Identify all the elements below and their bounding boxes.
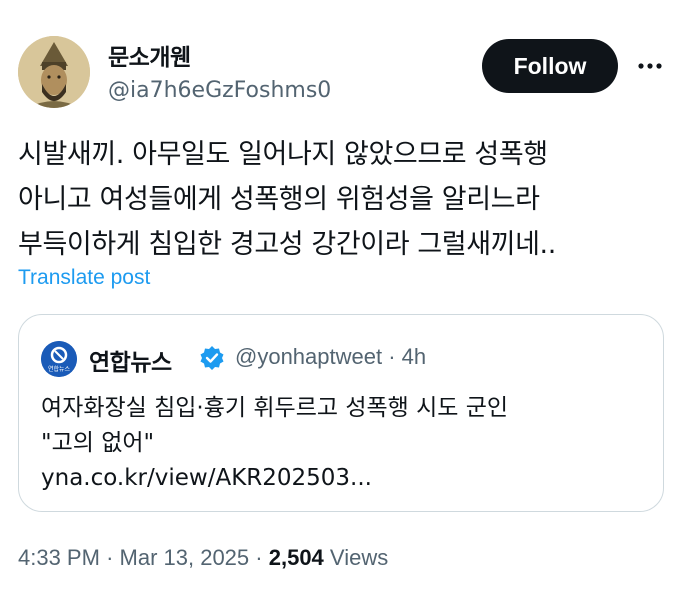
post-text-line: 시발새끼. 아무일도 일어나지 않았으므로 성폭행 bbox=[18, 139, 548, 170]
quoted-account-name[interactable]: 연합뉴스 bbox=[89, 343, 172, 377]
quoted-text-line: "고의 없어" bbox=[41, 430, 155, 456]
follow-button[interactable]: Follow bbox=[482, 39, 618, 93]
footer-separator: · bbox=[255, 545, 263, 570]
post-text: 시발새끼. 아무일도 일어나지 않았으므로 성폭행 아니고 여성들에게 성폭행의… bbox=[18, 132, 668, 267]
post-text-line: 부득이하게 침입한 경고성 강간이라 그럴새끼네.. bbox=[18, 229, 556, 260]
post-text-line: 아니고 여성들에게 성폭행의 위험성을 알리느라 bbox=[18, 184, 540, 215]
footer-separator: · bbox=[106, 545, 114, 570]
quoted-handle[interactable]: @yonhaptweet bbox=[235, 344, 382, 369]
post-header: 문소개웬 @ia7h6eGzFoshms0 Follow bbox=[18, 36, 666, 112]
svg-text:연합뉴스: 연합뉴스 bbox=[48, 365, 71, 373]
quoted-post-card[interactable]: 연합뉴스 연합뉴스 @yonhaptweet · 4h 여자화장실 침입·흉기 … bbox=[18, 314, 664, 512]
verified-badge-icon bbox=[199, 345, 225, 371]
author-display-name[interactable]: 문소개웬 bbox=[108, 38, 191, 72]
quoted-time-ago[interactable]: 4h bbox=[402, 344, 426, 369]
author-handle[interactable]: @ia7h6eGzFoshms0 bbox=[108, 78, 331, 103]
post-date[interactable]: Mar 13, 2025 bbox=[120, 545, 250, 570]
views-label: Views bbox=[329, 545, 389, 570]
post-time[interactable]: 4:33 PM bbox=[18, 545, 100, 570]
more-options-icon[interactable] bbox=[634, 52, 666, 80]
quoted-text-line: 여자화장실 침입·흉기 휘두르고 성폭행 시도 군인 bbox=[41, 395, 509, 421]
quoted-meta: @yonhaptweet · 4h bbox=[235, 344, 426, 370]
translate-post-link[interactable]: Translate post bbox=[18, 266, 150, 290]
quoted-text: 여자화장실 침입·흉기 휘두르고 성폭행 시도 군인 "고의 없어" yna.c… bbox=[41, 391, 641, 496]
author-avatar[interactable] bbox=[18, 36, 90, 108]
yonhap-logo-avatar[interactable]: 연합뉴스 bbox=[41, 341, 77, 377]
meta-separator: · bbox=[388, 344, 396, 369]
post-footer: 4:33 PM · Mar 13, 2025 · 2,504 Views bbox=[18, 545, 388, 571]
views-count[interactable]: 2,504 bbox=[269, 545, 324, 570]
quoted-link[interactable]: yna.co.kr/view/AKR202503... bbox=[41, 461, 641, 496]
